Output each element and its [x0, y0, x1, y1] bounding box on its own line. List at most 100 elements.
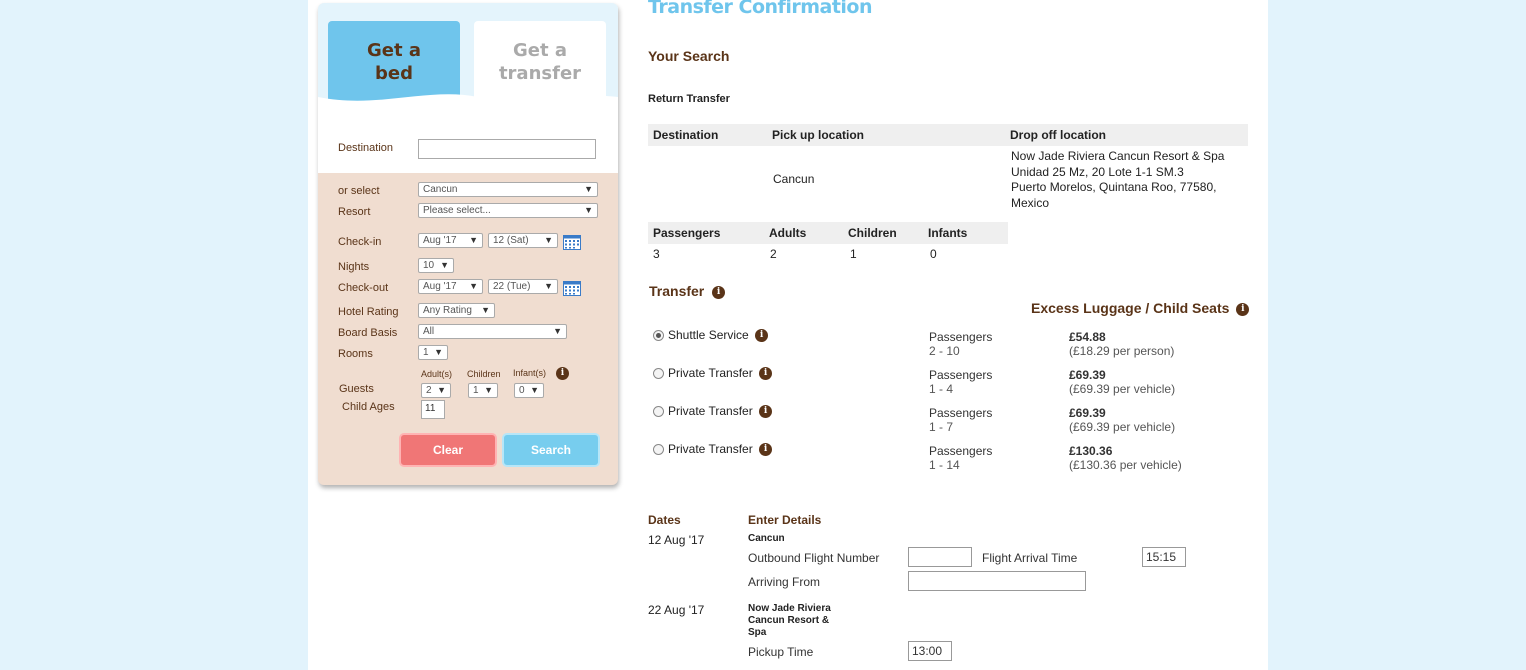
children-label: Children [467, 369, 501, 379]
chevron-down-icon: ▼ [481, 305, 490, 315]
dropoff-line: Now Jade Riviera Cancun Resort & Spa [1011, 149, 1225, 163]
col-adults: Adults [769, 226, 807, 240]
info-icon[interactable]: i [712, 285, 726, 299]
transfer-option[interactable]: Private Transfer i Passengers 1 - 14 £13… [648, 442, 1248, 476]
child-age-input[interactable]: 11 [421, 400, 445, 419]
option-pax-label: Passengers [929, 444, 993, 458]
option-passengers: Passengers 1 - 7 [929, 406, 992, 434]
info-icon[interactable]: i [556, 367, 569, 380]
infants-value: 0 [930, 247, 937, 261]
guests-label: Guests [339, 383, 374, 395]
option-name: Shuttle Service [668, 328, 749, 342]
destination-input[interactable] [418, 139, 596, 159]
checkin-label: Check-in [338, 236, 382, 248]
option-price-per: (£69.39 per vehicle) [1069, 382, 1176, 396]
info-icon[interactable]: i [759, 367, 773, 381]
checkout-day-value: 22 (Tue) [493, 281, 531, 292]
option-pax-range: 1 - 4 [929, 382, 954, 396]
chevron-down-icon: ▼ [553, 326, 562, 336]
transfer-option[interactable]: Shuttle Service i Passengers 2 - 10 £54.… [648, 328, 1248, 362]
option-price: £69.39 (£69.39 per vehicle) [1069, 368, 1175, 396]
option-pax-label: Passengers [929, 406, 993, 420]
option-pax-label: Passengers [929, 368, 993, 382]
option-price-value: £130.36 [1069, 444, 1113, 458]
hotel-rating-value: Any Rating [423, 305, 472, 316]
outbound-flight-input[interactable] [908, 547, 972, 567]
option-name: Private Transfer [668, 366, 753, 380]
checkout-day-select[interactable]: 22 (Tue) ▼ [488, 279, 558, 294]
wave-divider [318, 94, 618, 111]
infants-value: 0 [519, 385, 525, 396]
board-basis-select[interactable]: All ▼ [418, 324, 567, 339]
option-pax-range: 1 - 14 [929, 458, 960, 472]
infants-select[interactable]: 0 ▼ [514, 383, 544, 398]
info-icon[interactable]: i [759, 443, 773, 457]
checkin-day-select[interactable]: 12 (Sat) ▼ [488, 233, 558, 248]
main-content: Transfer Confirmation Your Search Return… [648, 0, 1258, 670]
destination-select[interactable]: Cancun ▼ [418, 182, 598, 197]
children-value: 1 [850, 247, 857, 261]
page-title: Transfer Confirmation [648, 0, 873, 18]
chevron-down-icon: ▼ [530, 385, 539, 395]
chevron-down-icon: ▼ [469, 235, 478, 245]
nights-select[interactable]: 10 ▼ [418, 258, 454, 273]
arriving-from-label: Arriving From [748, 575, 821, 589]
location-table-header: Destination Pick up location Drop off lo… [648, 124, 1248, 146]
option-radio[interactable] [653, 330, 664, 342]
rooms-select[interactable]: 1 ▼ [418, 345, 448, 360]
option-label[interactable]: Private Transfer i [653, 442, 773, 457]
adults-value: 2 [770, 247, 777, 261]
checkin-month-select[interactable]: Aug '17 ▼ [418, 233, 483, 248]
checkout-month-select[interactable]: Aug '17 ▼ [418, 279, 483, 294]
option-price-per: (£18.29 per person) [1069, 344, 1175, 358]
option-radio[interactable] [653, 368, 664, 380]
chevron-down-icon: ▼ [544, 235, 553, 245]
return-place: Now Jade Riviera Cancun Resort & Spa [748, 603, 831, 638]
calendar-icon[interactable] [563, 235, 581, 250]
info-icon[interactable]: i [755, 329, 769, 343]
pickup-location: Cancun [773, 172, 815, 186]
option-label[interactable]: Private Transfer i [653, 366, 773, 381]
clear-button[interactable]: Clear [399, 433, 497, 467]
option-passengers: Passengers 1 - 14 [929, 444, 992, 472]
destination-label: Destination [338, 142, 394, 154]
arriving-from-input[interactable] [908, 571, 1086, 591]
transfer-option[interactable]: Private Transfer i Passengers 1 - 7 £69.… [648, 404, 1248, 438]
excess-luggage-text: Excess Luggage / Child Seats [1031, 300, 1230, 316]
chevron-down-icon: ▼ [434, 347, 443, 357]
chevron-down-icon: ▼ [584, 205, 593, 215]
col-dropoff: Drop off location [1010, 128, 1106, 142]
info-icon[interactable]: i [759, 405, 773, 419]
option-radio[interactable] [653, 406, 664, 418]
col-children: Children [848, 226, 897, 240]
chevron-down-icon: ▼ [544, 281, 553, 291]
rooms-label: Rooms [338, 348, 373, 360]
option-label[interactable]: Shuttle Service i [653, 328, 769, 343]
flight-arrival-input[interactable]: 15:15 [1142, 547, 1186, 567]
option-price-per: (£69.39 per vehicle) [1069, 420, 1176, 434]
chevron-down-icon: ▼ [440, 260, 449, 270]
outbound-date: 12 Aug '17 [648, 533, 705, 547]
hotel-rating-select[interactable]: Any Rating ▼ [418, 303, 495, 318]
info-icon[interactable]: i [1236, 302, 1250, 316]
option-price-value: £54.88 [1069, 330, 1106, 344]
col-destination: Destination [653, 128, 719, 142]
transfer-option[interactable]: Private Transfer i Passengers 1 - 4 £69.… [648, 366, 1248, 400]
option-label[interactable]: Private Transfer i [653, 404, 773, 419]
resort-select[interactable]: Please select... ▼ [418, 203, 598, 218]
search-button[interactable]: Search [502, 433, 600, 467]
option-pax-range: 1 - 7 [929, 420, 954, 434]
option-price: £54.88 (£18.29 per person) [1069, 330, 1174, 358]
pickup-time-input[interactable]: 13:00 [908, 641, 952, 661]
chevron-down-icon: ▼ [484, 385, 493, 395]
nights-value: 10 [423, 260, 435, 271]
resort-select-value: Please select... [423, 205, 491, 216]
dropoff-line: Puerto Morelos, Quintana Roo, 77580, [1011, 180, 1217, 194]
children-select[interactable]: 1 ▼ [468, 383, 498, 398]
option-radio[interactable] [653, 444, 664, 456]
nights-label: Nights [338, 261, 370, 273]
search-sidebar: Get a bed Get a transfer Destination or … [318, 3, 618, 485]
adults-select[interactable]: 2 ▼ [421, 383, 451, 398]
calendar-icon[interactable] [563, 281, 581, 296]
col-pickup: Pick up location [772, 128, 865, 142]
